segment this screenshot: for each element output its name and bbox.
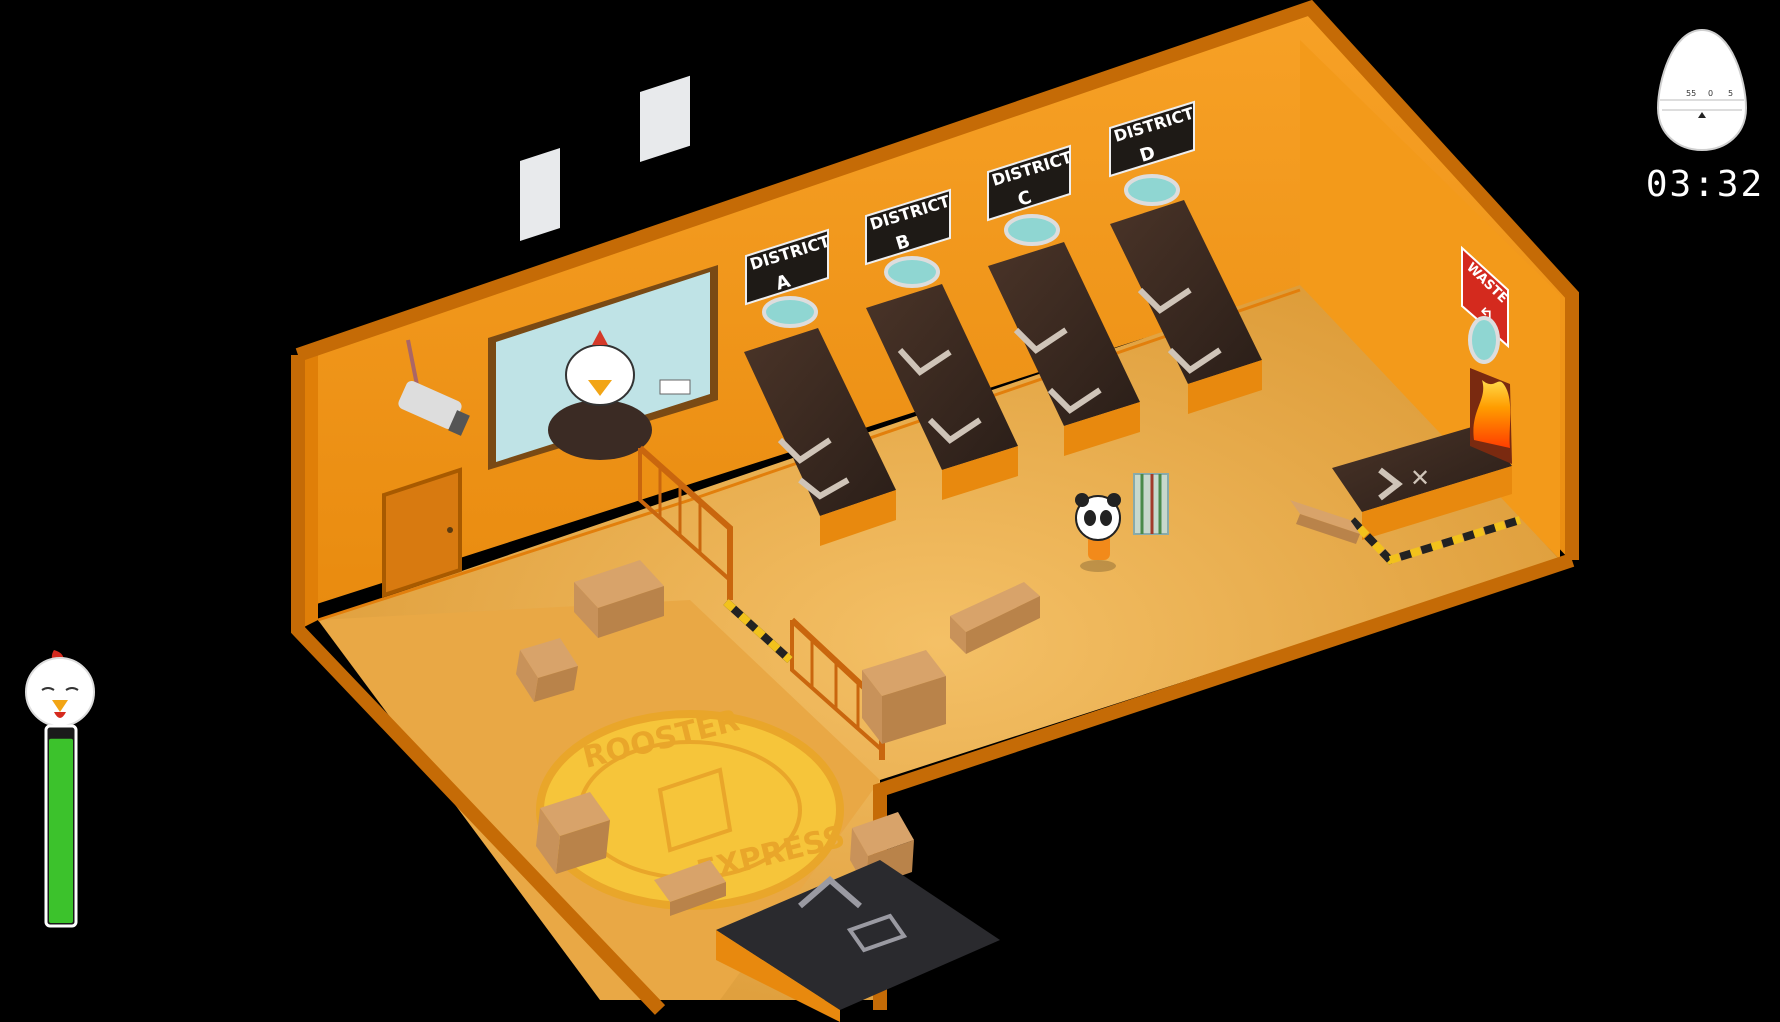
bottle-crate[interactable] [1133,473,1169,535]
svg-text:✕: ✕ [1410,464,1430,492]
health-bar-fill [49,738,73,923]
chicken-head-icon [25,650,95,727]
egg-tick-55: 55 [1686,89,1696,98]
egg-tick-0: 0 [1708,89,1713,98]
health-meter [24,650,104,940]
game-scene: DISTRICT A DISTRICT B DISTRICT C DISTRIC… [291,0,1579,1022]
egg-timer: 55 0 5 [1652,26,1752,154]
egg-tick-5: 5 [1728,89,1733,98]
countdown-timer: 03:32 [1645,164,1765,205]
egg-timer-icon: 55 0 5 [1656,28,1748,152]
